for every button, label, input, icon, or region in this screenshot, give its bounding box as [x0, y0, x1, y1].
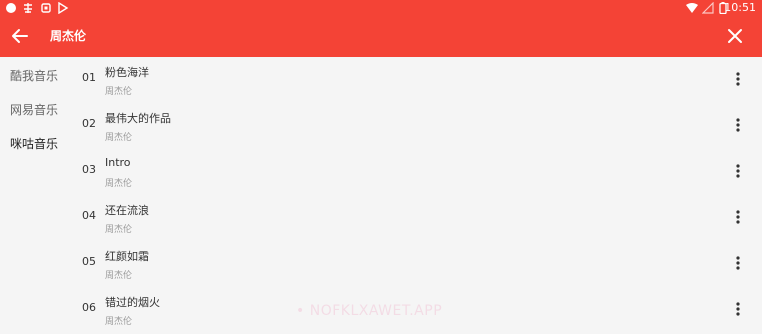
track-number: 04 [82, 209, 96, 222]
song-artist: 周杰伦 [105, 179, 133, 189]
more-vert-icon[interactable] [732, 118, 744, 132]
more-vert-icon[interactable] [732, 256, 744, 270]
play-store-icon [58, 2, 69, 14]
song-title: 红颜如霜 [105, 250, 149, 263]
track-number: 01 [82, 71, 96, 84]
song-row[interactable]: 04 还在流浪 周杰伦 [72, 195, 762, 241]
song-artist: 周杰伦 [105, 87, 133, 97]
close-icon[interactable] [724, 25, 746, 47]
song-artist: 周杰伦 [105, 271, 133, 281]
signal-icon [702, 2, 714, 14]
watermark-dot-icon: • [296, 303, 310, 319]
track-number: 03 [82, 163, 96, 176]
sidebar-item-netease[interactable]: 网易音乐 [10, 101, 58, 118]
song-artist: 周杰伦 [105, 317, 133, 327]
watermark-text: NOFKLXAWET.APP [309, 303, 443, 319]
app-notification-icon [24, 3, 32, 13]
page-title: 周杰伦 [50, 29, 87, 43]
notification-dot-icon [6, 3, 16, 13]
wifi-icon [686, 3, 698, 13]
watermark: • NOFKLXAWET.APP [296, 303, 442, 319]
track-number: 06 [82, 301, 96, 314]
song-title: 还在流浪 [105, 204, 149, 217]
more-vert-icon[interactable] [732, 302, 744, 316]
track-number: 02 [82, 117, 96, 130]
back-arrow-icon[interactable] [8, 24, 32, 48]
song-title: 错过的烟火 [105, 296, 160, 309]
sidebar-item-migu[interactable]: 咪咕音乐 [10, 135, 58, 152]
more-vert-icon[interactable] [732, 210, 744, 224]
song-title: Intro [105, 156, 131, 169]
song-row[interactable]: 03 Intro 周杰伦 [72, 149, 762, 195]
song-title: 粉色海洋 [105, 66, 149, 79]
song-row[interactable]: 05 红颜如霜 周杰伦 [72, 241, 762, 287]
song-row[interactable]: 02 最伟大的作品 周杰伦 [72, 103, 762, 149]
song-row[interactable]: 01 粉色海洋 周杰伦 [72, 57, 762, 103]
status-time: 10:51 [724, 1, 756, 14]
song-artist: 周杰伦 [105, 133, 133, 143]
song-list: 01 粉色海洋 周杰伦 02 最伟大的作品 周杰伦 03 Intro 周杰伦 0… [72, 57, 762, 334]
android-icon [41, 3, 51, 13]
more-vert-icon[interactable] [732, 164, 744, 178]
source-sidebar: 酷我音乐 网易音乐 咪咕音乐 [0, 57, 72, 334]
track-number: 05 [82, 255, 96, 268]
status-bar: 10:51 [0, 0, 762, 16]
song-title: 最伟大的作品 [105, 112, 171, 125]
toolbar: 周杰伦 [0, 16, 762, 57]
sidebar-item-kuwo[interactable]: 酷我音乐 [10, 67, 58, 84]
more-vert-icon[interactable] [732, 72, 744, 86]
song-artist: 周杰伦 [105, 225, 133, 235]
